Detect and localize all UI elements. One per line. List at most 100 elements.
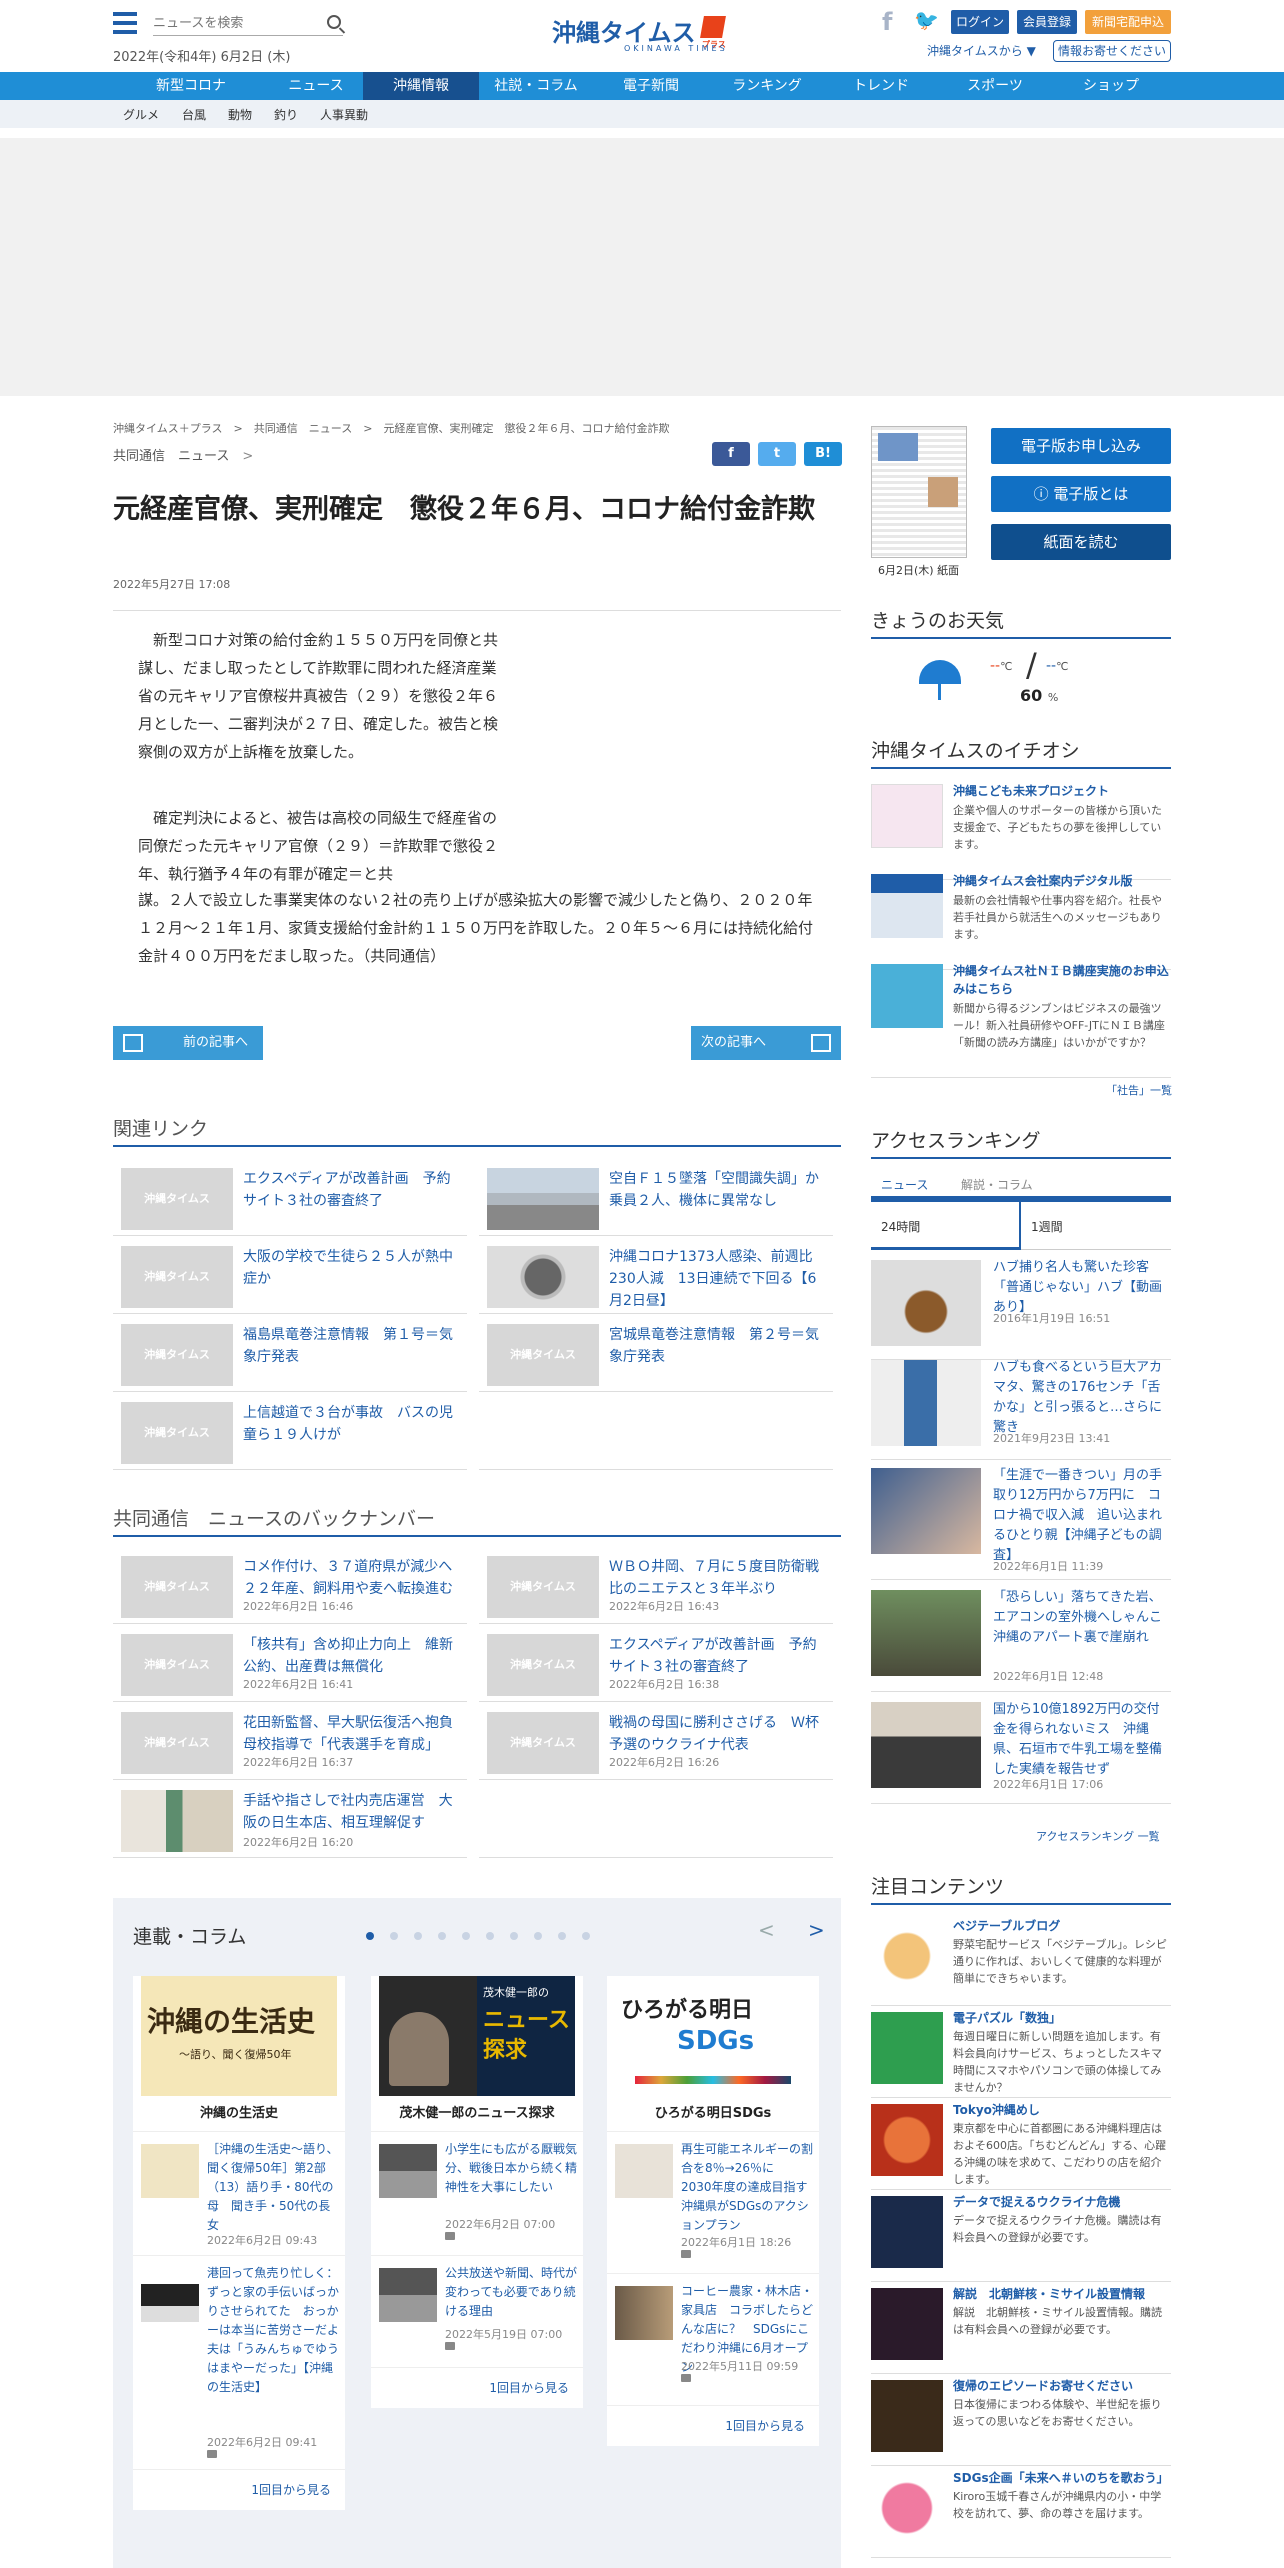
carousel-dot[interactable] bbox=[414, 1932, 422, 1940]
related-item[interactable]: 沖縄タイムス 宮城県竜巻注意情報 第２号＝気象庁発表 bbox=[479, 1314, 833, 1392]
attention-item-title[interactable]: 電子パズル「数独」 bbox=[953, 2010, 1171, 2027]
backnumber-item[interactable]: 沖縄タイムス 戦禍の母国に勝利ささげる Ｗ杯予選のウクライナ代表 2022年6月… bbox=[479, 1702, 833, 1780]
attention-item-title[interactable]: Tokyo沖縄めし bbox=[953, 2102, 1171, 2119]
backnumber-item[interactable]: 沖縄タイムス コメ作付け、３７道府県が減少へ ２２年産、飼料用や麦へ転換進む 2… bbox=[113, 1546, 467, 1624]
menu-icon[interactable] bbox=[113, 12, 137, 34]
column-more-link[interactable]: 1回目から見る bbox=[371, 2368, 583, 2408]
attention-item[interactable]: 電子パズル「数独」 毎週日曜日に新しい問題を追加します。有料会員向けサービス、ち… bbox=[871, 2006, 1171, 2098]
breadcrumb-category[interactable]: 共同通信 ニュース bbox=[254, 422, 352, 435]
backnumber-item-title[interactable]: 戦禍の母国に勝利ささげる Ｗ杯予選のウクライナ代表 bbox=[609, 1712, 829, 1756]
twitter-icon[interactable]: 🐦 bbox=[914, 8, 939, 32]
ranking-item[interactable]: 国から10億1892万円の交付金を得られないミス 沖縄県、石垣市で牛乳工場を整備… bbox=[871, 1694, 1171, 1804]
backnumber-item[interactable]: 沖縄タイムス エクスペディアが改善計画 予約サイト３社の審査終了 2022年6月… bbox=[479, 1624, 833, 1702]
subnav-item-personnel[interactable]: 人事異動 bbox=[320, 106, 368, 123]
ranking-more-link[interactable]: アクセスランキング 一覧 bbox=[1036, 1828, 1160, 1844]
column-item-title[interactable]: 小学生にも広がる厭戦気分、戦後日本から続く精神性を大事にしたい bbox=[445, 2140, 579, 2197]
info-request-button[interactable]: 情報お寄せください bbox=[1053, 40, 1171, 62]
column-item[interactable]: 港回って魚売り忙しく：ずっと家の手伝いばっかりさせられてた おっかーは本当に苦労… bbox=[133, 2256, 351, 2470]
column-hero-image[interactable]: 沖縄の生活史 〜語り、聞く復帰50年 bbox=[141, 1976, 337, 2096]
backnumber-item[interactable]: 沖縄タイムス 「核共有」含め抑止力向上 維新公約、出産費は無償化 2022年6月… bbox=[113, 1624, 467, 1702]
ranking-period-24h[interactable]: 24時間 bbox=[871, 1202, 1021, 1250]
read-paper-button[interactable]: 紙面を読む bbox=[991, 524, 1171, 560]
hatena-bookmark-button[interactable]: B! bbox=[804, 442, 842, 466]
backnumber-item[interactable]: 手話や指さしで社内売店運営 大阪の日生本店、相互理解促す 2022年6月2日 1… bbox=[113, 1780, 467, 1858]
column-item-title[interactable]: 港回って魚売り忙しく：ずっと家の手伝いばっかりさせられてた おっかーは本当に苦労… bbox=[207, 2264, 351, 2397]
ranking-item-title[interactable]: ハブ捕り名人も驚いた珍客「普通じゃない」ハブ【動画あり】 bbox=[993, 1258, 1171, 1318]
ranking-item[interactable]: ハブ捕り名人も驚いた珍客「普通じゃない」ハブ【動画あり】 2016年1月19日 … bbox=[871, 1252, 1171, 1360]
breadcrumb-home[interactable]: 沖縄タイムス＋プラス bbox=[113, 422, 223, 435]
nav-item-ranking[interactable]: ランキング bbox=[709, 72, 825, 100]
related-item-title[interactable]: 福島県竜巻注意情報 第１号＝気象庁発表 bbox=[243, 1324, 463, 1368]
site-logo[interactable]: 沖縄タイムス プラス OKINAWA TIMES bbox=[552, 13, 738, 57]
twitter-share-button[interactable]: t bbox=[758, 442, 796, 466]
backnumber-item-title[interactable]: 「核共有」含め抑止力向上 維新公約、出産費は無償化 bbox=[243, 1634, 463, 1678]
ranking-item[interactable]: 「生涯で一番きつい」月の手取り12万円から7万円に コロナ禍で収入減 追い込まれ… bbox=[871, 1460, 1171, 1580]
column-item[interactable]: 小学生にも広がる厭戦気分、戦後日本から続く精神性を大事にしたい 2022年6月2… bbox=[371, 2132, 583, 2256]
related-item[interactable]: 沖縄タイムス エクスペディアが改善計画 予約サイト３社の審査終了 bbox=[113, 1158, 467, 1236]
subnav-item-animals[interactable]: 動物 bbox=[228, 106, 252, 123]
carousel-dot[interactable] bbox=[510, 1932, 518, 1940]
backnumber-item-title[interactable]: エクスペディアが改善計画 予約サイト３社の審査終了 bbox=[609, 1634, 829, 1678]
pick-item-title[interactable]: 沖縄こども未来プロジェクト bbox=[953, 782, 1171, 800]
facebook-icon[interactable]: f bbox=[882, 8, 892, 36]
related-item-title[interactable]: エクスペディアが改善計画 予約サイト３社の審査終了 bbox=[243, 1168, 463, 1212]
column-hero-image[interactable]: ひろがる明日 SDGs bbox=[615, 1976, 811, 2096]
related-item-title[interactable]: 沖縄コロナ1373人感染、前週比230人減 13日連続で下回る【6月2日昼】 bbox=[609, 1246, 829, 1312]
attention-item[interactable]: SDGs企画「未来へ＃いのちを歌おう」 Kiroro玉城千春さんが沖縄県内の小・… bbox=[871, 2466, 1171, 2558]
carousel-dot[interactable] bbox=[486, 1932, 494, 1940]
e-paper-apply-button[interactable]: 電子版お申し込み bbox=[991, 428, 1171, 464]
nav-item-news[interactable]: ニュース bbox=[269, 72, 363, 100]
nav-item-covid[interactable]: 新型コロナ bbox=[113, 72, 269, 100]
column-item[interactable]: コーヒー農家・林木店・家具店 コラボしたらどんな店に？ SDGsにこだわり沖縄に… bbox=[607, 2274, 819, 2406]
nav-item-e-paper[interactable]: 電子新聞 bbox=[593, 72, 709, 100]
ranking-period-week[interactable]: 1週間 bbox=[1021, 1202, 1171, 1250]
backnumber-item-title[interactable]: ＷＢＯ井岡、７月に５度目防衛戦 比のニエテスと３年半ぶり bbox=[609, 1556, 833, 1600]
from-okinawa-dropdown[interactable]: 沖縄タイムスから ▼ bbox=[927, 42, 1036, 59]
attention-item-title[interactable]: データで捉えるウクライナ危機 bbox=[953, 2194, 1171, 2211]
related-item[interactable]: 沖縄タイムス 上信越道で３台が事故 バスの児童ら１９人けが bbox=[113, 1392, 467, 1470]
related-item-title[interactable]: 大阪の学校で生徒ら２５人が熱中症か bbox=[243, 1246, 463, 1290]
related-item[interactable]: 沖縄タイムス 福島県竜巻注意情報 第１号＝気象庁発表 bbox=[113, 1314, 467, 1392]
subnav-item-fishing[interactable]: 釣り bbox=[274, 106, 298, 123]
attention-item[interactable]: ベジテーブルブログ 野菜宅配サービス「ベジテーブル」。レシピ通りに作れば、おいし… bbox=[871, 1914, 1171, 2006]
search-input[interactable] bbox=[153, 12, 313, 34]
carousel-dot-active[interactable] bbox=[366, 1932, 374, 1940]
column-name[interactable]: 沖縄の生活史 bbox=[133, 2096, 345, 2132]
ranking-item-title[interactable]: 国から10億1892万円の交付金を得られないミス 沖縄県、石垣市で牛乳工場を整備… bbox=[993, 1700, 1171, 1780]
related-item-title[interactable]: 空自Ｆ１５墜落「空間識失調」か 乗員２人、機体に異常なし bbox=[609, 1168, 833, 1212]
ranking-item-title[interactable]: 「恐らしい」落ちてきた岩、エアコンの室外機へしゃんこ 沖縄のアパート裏で崖崩れ bbox=[993, 1588, 1175, 1648]
login-button[interactable]: ログイン bbox=[951, 10, 1009, 34]
pick-item-title[interactable]: 沖縄タイムス会社案内デジタル版 bbox=[953, 872, 1171, 890]
attention-item[interactable]: Tokyo沖縄めし 東京都を中心に首都圏にある沖縄料理店はおよそ600店。「ちむ… bbox=[871, 2098, 1171, 2190]
search-icon[interactable] bbox=[327, 15, 341, 29]
column-more-link[interactable]: 1回目から見る bbox=[133, 2470, 345, 2510]
carousel-dot[interactable] bbox=[534, 1932, 542, 1940]
next-article-button[interactable]: 次の記事へ bbox=[691, 1026, 841, 1060]
attention-item-title[interactable]: 解説 北朝鮮核・ミサイル設置情報 bbox=[953, 2286, 1171, 2303]
ranking-item-title[interactable]: 「生涯で一番きつい」月の手取り12万円から7万円に コロナ禍で収入減 追い込まれ… bbox=[993, 1466, 1171, 1566]
related-item[interactable]: 沖縄コロナ1373人感染、前週比230人減 13日連続で下回る【6月2日昼】 bbox=[479, 1236, 833, 1314]
carousel-next-icon[interactable]: > bbox=[808, 1918, 825, 1942]
carousel-dot[interactable] bbox=[390, 1932, 398, 1940]
nav-item-sports[interactable]: スポーツ bbox=[937, 72, 1053, 100]
attention-item-title[interactable]: ベジテーブルブログ bbox=[953, 1918, 1171, 1935]
prev-article-button[interactable]: 前の記事へ bbox=[113, 1026, 263, 1060]
column-item-title[interactable]: 再生可能エネルギーの割合を8％→26％に 2030年度の達成目指す 沖縄県がSD… bbox=[681, 2140, 820, 2235]
related-item-title[interactable]: 上信越道で３台が事故 バスの児童ら１９人けが bbox=[243, 1402, 463, 1446]
pick-item-title[interactable]: 沖縄タイムス社ＮＩＢ講座実施のお申込みはこちら bbox=[953, 962, 1171, 998]
carousel-prev-icon[interactable]: < bbox=[758, 1918, 775, 1942]
related-item[interactable]: 沖縄タイムス 大阪の学校で生徒ら２５人が熱中症か bbox=[113, 1236, 467, 1314]
related-item[interactable]: 空自Ｆ１５墜落「空間識失調」か 乗員２人、機体に異常なし bbox=[479, 1158, 833, 1236]
e-paper-about-button[interactable]: ⓘ 電子版とは bbox=[991, 476, 1171, 512]
carousel-dot[interactable] bbox=[438, 1932, 446, 1940]
column-item-title[interactable]: 公共放送や新聞、時代が変わっても必要であり続ける理由 bbox=[445, 2264, 579, 2321]
subnav-item-gourmet[interactable]: グルメ bbox=[123, 106, 159, 123]
backnumber-item[interactable]: 沖縄タイムス ＷＢＯ井岡、７月に５度目防衛戦 比のニエテスと３年半ぶり 2022… bbox=[479, 1546, 833, 1624]
facebook-share-button[interactable]: f bbox=[712, 442, 750, 466]
column-name[interactable]: 茂木健一郎のニュース探求 bbox=[371, 2096, 583, 2132]
related-item-title[interactable]: 宮城県竜巻注意情報 第２号＝気象庁発表 bbox=[609, 1324, 829, 1368]
carousel-dot[interactable] bbox=[462, 1932, 470, 1940]
column-item[interactable]: 公共放送や新聞、時代が変わっても必要であり続ける理由 2022年5月19日 07… bbox=[371, 2256, 583, 2368]
ranking-item[interactable]: ハブも食べるという巨大アカマタ、驚きの176センチ「舌かな」と引っ張ると…さらに… bbox=[871, 1352, 1171, 1460]
column-hero-image[interactable]: 茂木健一郎の ニュース探求 bbox=[379, 1976, 575, 2096]
